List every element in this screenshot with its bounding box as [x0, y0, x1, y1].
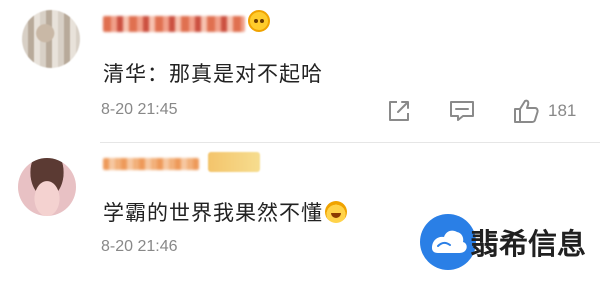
comment-actions: 181: [0, 97, 600, 125]
comment-text-content: 学霸的世界我果然不懂: [103, 201, 323, 225]
username-blurred[interactable]: [103, 158, 199, 170]
username-blurred[interactable]: [103, 16, 245, 32]
watermark: 翡希信息: [418, 210, 586, 274]
share-square-icon: [389, 101, 409, 121]
comment-timestamp: 8-20 21:46: [101, 238, 178, 255]
like-count: 181: [548, 101, 577, 120]
smiling-emoji-icon: [325, 201, 347, 223]
avatar[interactable]: [22, 10, 80, 68]
comment-text: 学霸的世界我果然不懂: [103, 197, 347, 227]
comment-bubble-icon: [450, 101, 474, 121]
comment-item-1: 清华：那真是对不起哈 8-20 21:45 181: [0, 0, 600, 142]
like-button[interactable]: 181: [512, 97, 576, 125]
user-badge-icon: [248, 10, 270, 32]
comment-text: 清华：那真是对不起哈: [103, 62, 323, 86]
watermark-logo-icon: [420, 214, 476, 270]
thumbs-up-icon: [514, 99, 539, 123]
vip-badge-icon: [208, 152, 260, 172]
reply-button[interactable]: [448, 97, 476, 125]
avatar[interactable]: [18, 158, 76, 216]
forward-button[interactable]: [386, 97, 412, 125]
watermark-text: 翡希信息: [470, 227, 587, 261]
